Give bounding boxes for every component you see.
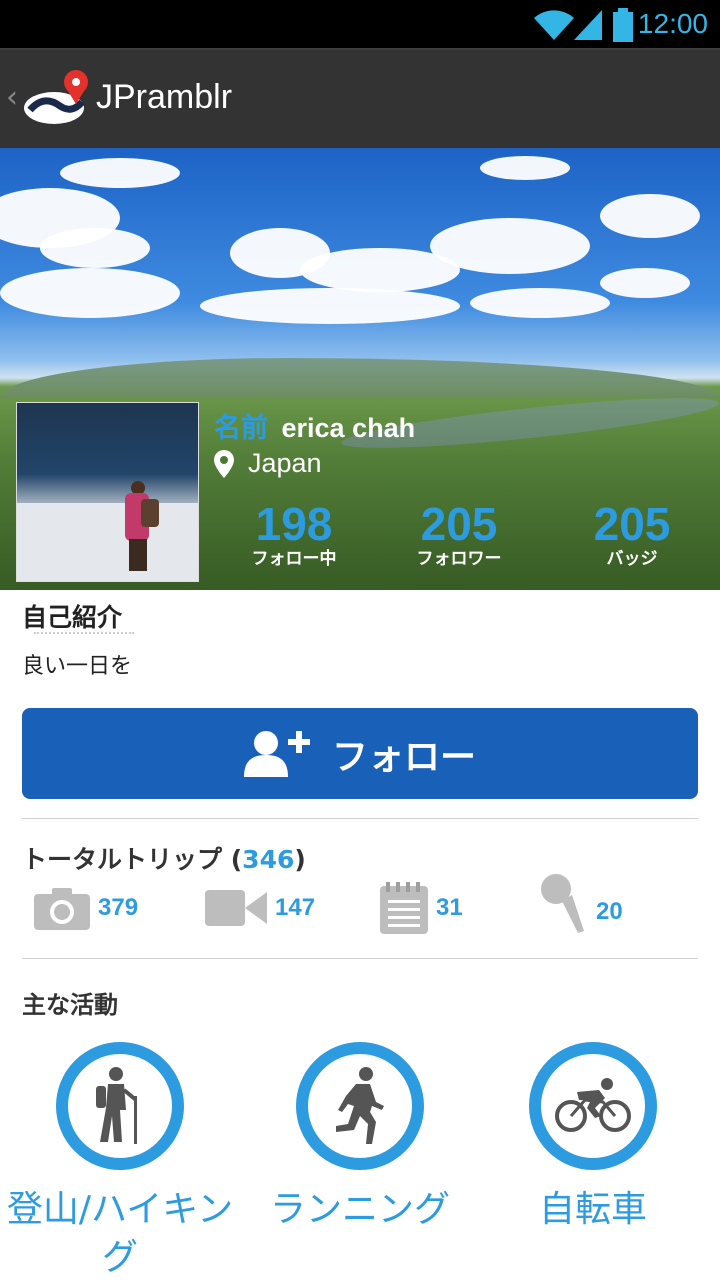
bio-heading: 自己紹介 bbox=[22, 603, 123, 632]
profile-banner: 名前 erica chah Japan 198 フォロー中 205 フォロワー … bbox=[0, 148, 720, 590]
videos-count: 147 bbox=[275, 894, 316, 921]
total-trips-heading: トータルトリップ (346) bbox=[22, 840, 306, 876]
activity-running[interactable]: ランニング bbox=[240, 1042, 480, 1234]
signal-icon bbox=[574, 10, 602, 40]
following-label: フォロー中 bbox=[251, 549, 337, 569]
activity-ring bbox=[529, 1042, 657, 1170]
avatar[interactable] bbox=[16, 402, 199, 582]
stat-following[interactable]: 198 フォロー中 bbox=[219, 500, 369, 570]
followers-count: 205 bbox=[420, 498, 498, 550]
follow-button[interactable]: フォロー bbox=[22, 708, 698, 799]
add-user-icon bbox=[243, 730, 310, 777]
total-trips-label: トータルトリップ bbox=[22, 845, 223, 874]
location-text: Japan bbox=[248, 448, 322, 478]
name-label: 名前 bbox=[214, 413, 268, 443]
divider bbox=[22, 958, 698, 959]
bio-divider bbox=[34, 632, 134, 634]
trip-notes[interactable]: 31 bbox=[380, 880, 463, 936]
follow-button-label: フォロー bbox=[331, 736, 476, 778]
activity-running-label: ランニング bbox=[269, 1189, 450, 1230]
activity-hiking-label: 登山/ハイキング bbox=[6, 1189, 234, 1278]
user-name: erica chah bbox=[281, 413, 416, 443]
running-icon bbox=[336, 1067, 384, 1144]
notes-count: 31 bbox=[436, 894, 463, 921]
cycling-icon bbox=[555, 1078, 631, 1132]
activity-ring bbox=[296, 1042, 424, 1170]
badges-label: バッジ bbox=[606, 549, 658, 569]
activity-ring bbox=[56, 1042, 184, 1170]
activity-cycling[interactable]: 自転車 bbox=[473, 1042, 713, 1234]
total-trips-open-paren: ( bbox=[230, 845, 243, 874]
followers-label: フォロワー bbox=[416, 549, 502, 569]
stat-followers[interactable]: 205 フォロワー bbox=[384, 500, 534, 570]
audio-count: 20 bbox=[596, 898, 623, 925]
stat-badges[interactable]: 205 バッジ bbox=[557, 500, 707, 570]
app-title: JPramblr bbox=[96, 78, 233, 116]
status-time: 12:00 bbox=[637, 8, 708, 39]
trip-audio[interactable]: 20 bbox=[540, 874, 623, 933]
following-count: 198 bbox=[255, 498, 333, 550]
badges-count: 205 bbox=[593, 498, 671, 550]
map-pin-icon bbox=[214, 449, 234, 478]
trip-photos[interactable]: 379 bbox=[34, 880, 138, 936]
status-bar: 12:00 bbox=[0, 0, 720, 48]
photos-count: 379 bbox=[98, 894, 139, 921]
camera-icon bbox=[34, 888, 90, 930]
bio-text: 良い一日を bbox=[22, 654, 133, 679]
hiking-icon bbox=[96, 1067, 138, 1144]
jpramblr-logo-icon[interactable] bbox=[20, 68, 94, 130]
trip-videos[interactable]: 147 bbox=[205, 880, 315, 936]
profile-location: Japan bbox=[214, 448, 322, 479]
activity-cycling-label: 自転車 bbox=[538, 1189, 647, 1230]
total-trips-close-paren: ) bbox=[294, 845, 306, 874]
divider bbox=[22, 818, 698, 819]
video-camera-icon bbox=[205, 890, 267, 926]
profile-name-row: 名前 erica chah bbox=[214, 406, 415, 445]
wifi-icon bbox=[534, 10, 574, 40]
activities-heading: 主な活動 bbox=[22, 991, 118, 1019]
back-chevron-icon[interactable]: ‹ bbox=[6, 80, 18, 115]
total-trips-count: 346 bbox=[242, 845, 295, 874]
action-bar: ‹ JPramblr bbox=[0, 48, 720, 150]
battery-icon bbox=[613, 8, 633, 42]
microphone-icon bbox=[541, 874, 584, 933]
activity-hiking[interactable]: 登山/ハイキング bbox=[0, 1042, 240, 1282]
notepad-icon bbox=[380, 882, 428, 934]
